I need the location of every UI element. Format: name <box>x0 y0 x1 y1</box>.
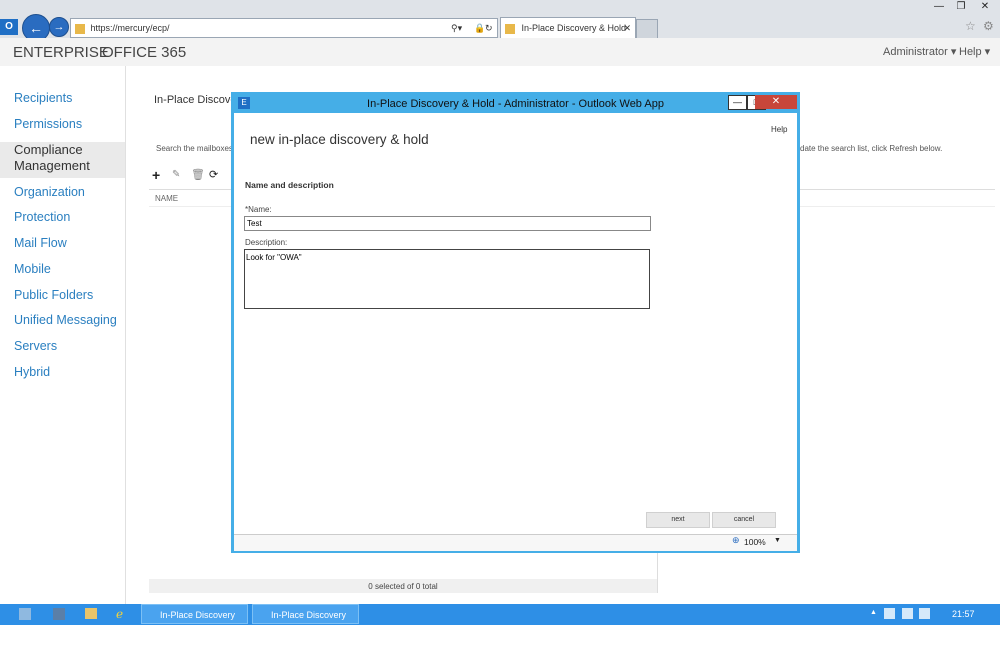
server-manager-icon[interactable] <box>19 608 31 620</box>
instruction-text-right: date the search list, click Refresh belo… <box>800 144 943 153</box>
volume-icon[interactable] <box>919 608 930 619</box>
sidebar-item-unified-messaging[interactable]: Unified Messaging <box>14 313 117 327</box>
sidebar-item-public-folders[interactable]: Public Folders <box>14 288 93 302</box>
refresh-list-icon[interactable]: ⟳ <box>209 168 218 181</box>
dialog-close-button[interactable]: ✕ <box>755 95 797 109</box>
dialog-heading: new in-place discovery & hold <box>250 132 429 147</box>
brand-office365[interactable]: OFFICE 365 <box>102 44 186 61</box>
window-minimize-button[interactable]: — <box>928 0 950 14</box>
description-label: Description: <box>245 238 288 247</box>
window-close-button[interactable]: ✕ <box>974 0 996 14</box>
section-title: Name and description <box>245 180 334 190</box>
powershell-icon[interactable] <box>53 608 65 620</box>
network-icon[interactable] <box>884 608 895 619</box>
zoom-icon[interactable]: ⊕ <box>732 535 740 546</box>
taskbar-item-discovery-2[interactable]: In-Place Discovery &... <box>252 604 359 640</box>
delete-icon[interactable]: 🗑 <box>191 168 205 181</box>
sidebar-item-organization[interactable]: Organization <box>14 185 85 199</box>
dialog-help-link[interactable]: Help <box>771 125 787 134</box>
internet-explorer-icon[interactable]: ℯ <box>116 607 123 621</box>
user-menu[interactable]: Administrator ▾ <box>883 45 956 58</box>
name-field[interactable] <box>244 216 651 231</box>
taskbar-clock[interactable]: 21:57 <box>952 609 975 619</box>
page-title: In-Place Discove <box>154 94 237 106</box>
sidebar-item-permissions[interactable]: Permissions <box>14 117 82 131</box>
explorer-icon[interactable] <box>85 608 97 619</box>
edit-icon[interactable]: ✎ <box>172 169 180 180</box>
flag-icon[interactable] <box>902 608 913 619</box>
name-label: *Name: <box>245 205 272 214</box>
tray-expand-icon[interactable]: ▲ <box>870 609 877 616</box>
help-menu[interactable]: Help ▾ <box>959 45 990 58</box>
sidebar-item-compliance-management[interactable]: Compliance Management <box>14 142 114 174</box>
window-restore-button[interactable]: ❐ <box>950 0 972 14</box>
sidebar-item-mail-flow[interactable]: Mail Flow <box>14 236 67 250</box>
address-bar[interactable]: https://mercury/ecp/ ⚲▾ 🔒 ↻ <box>70 18 498 38</box>
zoom-dropdown-icon[interactable]: ▼ <box>774 537 781 544</box>
details-pane-divider <box>657 553 658 593</box>
tab-favicon <box>505 23 515 34</box>
brand-enterprise[interactable]: ENTERPRISE <box>13 44 109 61</box>
address-url: https://mercury/ecp/ <box>90 23 170 33</box>
forward-icon[interactable]: → <box>49 17 69 37</box>
page-icon <box>75 23 85 34</box>
search-icon[interactable]: ⚲▾ <box>451 19 462 37</box>
selection-status: 0 selected of 0 total <box>368 582 438 591</box>
cancel-button[interactable]: cancel <box>712 512 776 528</box>
settings-gear-icon[interactable]: ⚙ <box>983 19 994 33</box>
sidebar-item-recipients[interactable]: Recipients <box>14 91 72 105</box>
favorites-icon[interactable]: ☆ <box>965 19 976 33</box>
discovery-dialog: E In-Place Discovery & Hold - Administra… <box>231 92 800 553</box>
dialog-title: In-Place Discovery & Hold - Administrato… <box>367 98 664 110</box>
refresh-icon[interactable]: ↻ <box>485 19 493 37</box>
add-icon[interactable]: + <box>152 167 160 183</box>
sidebar-item-protection[interactable]: Protection <box>14 210 70 224</box>
next-button[interactable]: next <box>646 512 710 528</box>
new-tab-button[interactable] <box>636 19 658 39</box>
lock-icon: 🔒 <box>474 23 486 33</box>
sidebar-item-servers[interactable]: Servers <box>14 339 57 353</box>
sidebar-item-hybrid[interactable]: Hybrid <box>14 365 50 379</box>
tab-close-icon[interactable]: ✕ <box>623 18 631 39</box>
taskbar-item-discovery-1[interactable]: In-Place Discovery &... <box>141 604 248 640</box>
description-field[interactable]: Look for "OWA" <box>244 249 650 309</box>
sidebar-item-mobile[interactable]: Mobile <box>14 262 51 276</box>
dialog-statusbar <box>234 534 797 551</box>
zoom-level[interactable]: 100% <box>744 537 766 547</box>
instruction-text-left: Search the mailboxes <box>156 144 233 153</box>
outlook-app-icon: O <box>0 19 18 35</box>
column-header-name[interactable]: NAME <box>155 194 178 203</box>
dialog-minimize-button[interactable]: — <box>728 95 747 110</box>
browser-tab[interactable]: In-Place Discovery & Hold ... ✕ <box>500 17 636 54</box>
